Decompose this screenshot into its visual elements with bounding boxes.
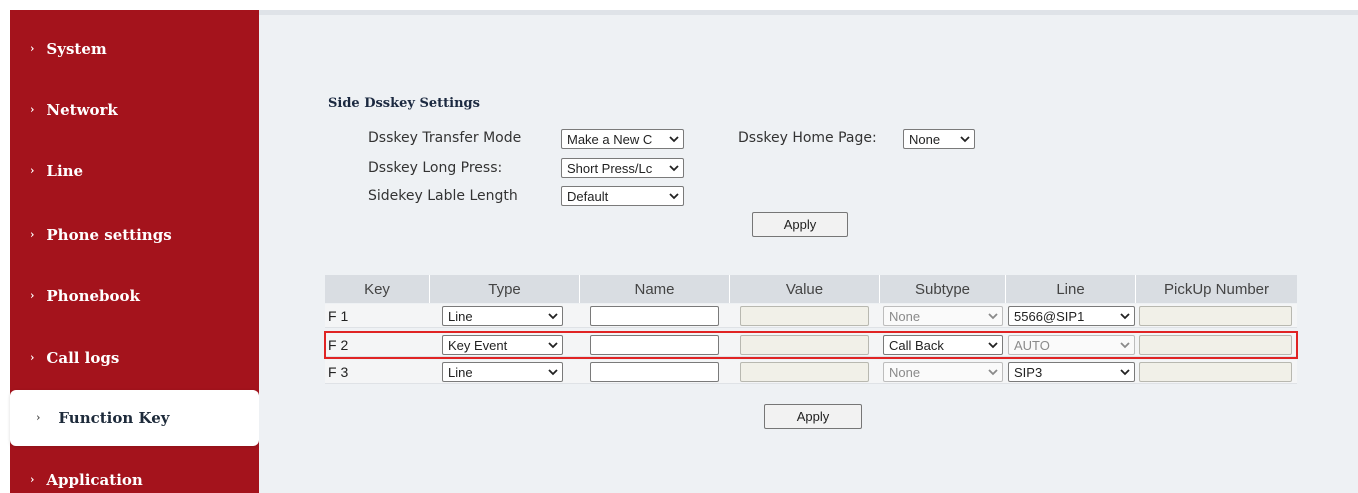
chevron-right-icon: ›: [30, 41, 35, 55]
chevron-down-icon: [984, 368, 1002, 376]
table-row: F 2 Key Event Call Back AUTO: [325, 333, 1297, 357]
sidebar-item-function-key[interactable]: › Function Key: [10, 390, 259, 446]
chevron-down-icon: [956, 135, 974, 143]
sidebar-item-label: System: [46, 40, 107, 58]
chevron-down-icon: [1116, 312, 1134, 320]
column-header-value: Value: [730, 275, 880, 303]
home-page-label: Dsskey Home Page:: [738, 130, 877, 146]
chevron-down-icon: [665, 135, 683, 143]
key-cell: F 1: [328, 308, 349, 324]
chevron-down-icon: [984, 341, 1002, 349]
chevron-down-icon: [544, 341, 562, 349]
sidebar-item-phonebook[interactable]: › Phonebook: [10, 265, 259, 327]
chevron-down-icon: [544, 312, 562, 320]
name-input[interactable]: [590, 306, 719, 326]
table-row: F 3 Line None SIP3: [325, 360, 1297, 384]
chevron-down-icon: [665, 164, 683, 172]
chevron-down-icon: [1116, 341, 1134, 349]
table-row: F 1 Line None 5566@SIP1: [325, 304, 1297, 328]
chevron-down-icon: [984, 312, 1002, 320]
sidebar-item-label: Line: [46, 162, 84, 180]
sidebar-item-label: Network: [46, 101, 118, 119]
type-select[interactable]: Line: [442, 306, 563, 326]
transfer-mode-label: Dsskey Transfer Mode: [368, 130, 522, 146]
column-header-type: Type: [430, 275, 580, 303]
chevron-right-icon: ›: [30, 472, 35, 486]
chevron-right-icon: ›: [30, 163, 35, 177]
sidebar-item-system[interactable]: › System: [10, 18, 259, 80]
chevron-right-icon: ›: [36, 410, 41, 424]
lable-length-select[interactable]: Default: [561, 186, 684, 206]
subtype-select[interactable]: None: [883, 362, 1003, 382]
sidebar-item-label: Function Key: [58, 409, 170, 427]
column-header-name: Name: [580, 275, 730, 303]
chevron-right-icon: ›: [30, 288, 35, 302]
pickup-number-input[interactable]: [1139, 335, 1292, 355]
pickup-number-input[interactable]: [1139, 306, 1292, 326]
key-cell: F 2: [328, 337, 349, 353]
chevron-right-icon: ›: [30, 102, 35, 116]
name-input[interactable]: [590, 362, 719, 382]
chevron-down-icon: [665, 192, 683, 200]
sidebar-item-call-logs[interactable]: › Call logs: [10, 327, 259, 389]
type-select[interactable]: Key Event: [442, 335, 563, 355]
chevron-right-icon: ›: [30, 227, 35, 241]
column-header-line: Line: [1006, 275, 1136, 303]
lable-length-label: Sidekey Lable Length: [368, 188, 518, 204]
apply-table-button[interactable]: Apply: [764, 404, 862, 429]
sidebar-item-network[interactable]: › Network: [10, 79, 259, 141]
section-title: Side Dsskey Settings: [328, 96, 480, 111]
type-select[interactable]: Line: [442, 362, 563, 382]
sidebar-item-label: Phonebook: [46, 287, 140, 305]
line-select[interactable]: AUTO: [1008, 335, 1135, 355]
sidebar-item-label: Phone settings: [46, 226, 172, 244]
transfer-mode-select[interactable]: Make a New C: [561, 129, 684, 149]
sidebar-item-label: Application: [46, 471, 143, 489]
subtype-select[interactable]: Call Back: [883, 335, 1003, 355]
sidebar-item-phone-settings[interactable]: › Phone settings: [10, 204, 259, 266]
table-header: Key Type Name Value Subtype Line PickUp …: [325, 275, 1297, 303]
value-input[interactable]: [740, 335, 869, 355]
sidebar: › System › Network › Line › Phone settin…: [10, 10, 259, 493]
chevron-down-icon: [544, 368, 562, 376]
long-press-select[interactable]: Short Press/Lc: [561, 158, 684, 178]
line-select[interactable]: 5566@SIP1: [1008, 306, 1135, 326]
column-header-pickup-number: PickUp Number: [1163, 280, 1270, 298]
value-input[interactable]: [740, 362, 869, 382]
pickup-number-input[interactable]: [1139, 362, 1292, 382]
key-cell: F 3: [328, 364, 349, 380]
long-press-label: Dsskey Long Press:: [368, 160, 503, 176]
column-header-subtype: Subtype: [880, 275, 1006, 303]
apply-settings-button[interactable]: Apply: [752, 212, 848, 237]
name-input[interactable]: [590, 335, 719, 355]
line-select[interactable]: SIP3: [1008, 362, 1135, 382]
sidebar-item-line[interactable]: › Line: [10, 140, 259, 202]
home-page-select[interactable]: None: [903, 129, 975, 149]
column-header-key: Key: [325, 275, 430, 303]
chevron-right-icon: ›: [30, 350, 35, 364]
subtype-select[interactable]: None: [883, 306, 1003, 326]
sidebar-item-label: Call logs: [46, 349, 120, 367]
value-input[interactable]: [740, 306, 869, 326]
sidebar-item-application[interactable]: › Application: [10, 451, 259, 493]
chevron-down-icon: [1116, 368, 1134, 376]
